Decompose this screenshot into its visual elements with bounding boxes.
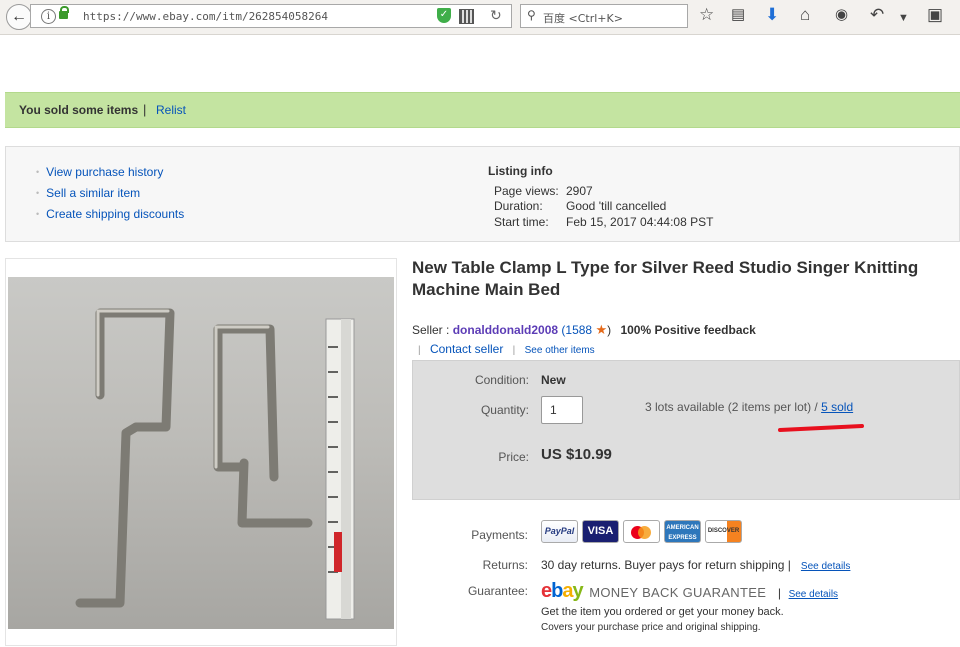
item-price: US $10.99 <box>541 446 612 463</box>
item-title: New Table Clamp L Type for Silver Reed S… <box>412 258 919 299</box>
sold-count-link[interactable]: 5 sold <box>821 400 853 414</box>
payment-methods: PayPal VISA AMERICAN EXPRESSDISCOVER <box>541 520 746 543</box>
feedback-score-link[interactable]: (1588 <box>561 323 592 337</box>
duration-label: Duration: <box>494 199 543 213</box>
returns-policy: 30 day returns. Buyer pays for return sh… <box>541 558 850 572</box>
see-other-items-link[interactable]: See other items <box>525 345 595 356</box>
availability-text: 3 lots available (2 items per lot) / 5 s… <box>645 400 853 414</box>
mbg-text: MONEY BACK GUARANTEE <box>589 585 767 600</box>
qr-code-icon[interactable] <box>459 9 474 24</box>
relist-link[interactable]: Relist <box>156 103 186 117</box>
seller-action-list: View purchase history Sell a similar ite… <box>36 165 184 228</box>
search-icon: ⚲ <box>527 8 536 22</box>
start-time-row: Start time: Feb 15, 2017 04:44:08 PST <box>494 215 713 229</box>
page-views-label: Page views: <box>494 184 559 198</box>
reload-icon[interactable]: ↻ <box>490 7 502 24</box>
search-bar[interactable]: ⚲ 百度 <Ctrl+K> <box>520 4 688 28</box>
price-label: Price: <box>498 450 529 464</box>
quantity-input[interactable]: 1 <box>541 396 583 424</box>
paypal-icon: PayPal <box>541 520 578 543</box>
guarantee-label: Guarantee: <box>467 584 528 598</box>
ebay-logo: ebay <box>541 580 584 602</box>
amex-icon: AMERICAN EXPRESS <box>664 520 701 543</box>
contact-seller-link[interactable]: Contact seller <box>430 342 503 356</box>
guarantee-line-2: Covers your purchase price and original … <box>541 622 761 633</box>
positive-feedback: 100% Positive feedback <box>620 323 756 337</box>
seller-prefix: Seller : <box>412 323 450 337</box>
reading-list-icon[interactable]: ▤ <box>731 5 745 25</box>
sell-similar-item-link[interactable]: Sell a similar item <box>36 186 184 200</box>
mastercard-icon <box>623 520 660 543</box>
buy-box: Condition: New Quantity: 1 3 lots availa… <box>412 360 960 500</box>
banner-message: You sold some items <box>19 103 139 117</box>
browser-toolbar: ← i https://www.ebay.com/itm/26285405826… <box>0 0 960 35</box>
view-purchase-history-link[interactable]: View purchase history <box>36 165 184 179</box>
guarantee-see-details-link[interactable]: See details <box>789 589 838 600</box>
product-photo-frame <box>5 258 397 646</box>
dropdown-chevron-icon[interactable]: ▼ <box>898 8 909 28</box>
url-text[interactable]: https://www.ebay.com/itm/262854058264 <box>83 10 328 23</box>
product-image[interactable] <box>8 277 394 629</box>
table-clamps-photo <box>75 308 355 620</box>
guarantee-separator: | <box>777 586 781 600</box>
create-shipping-discounts-link[interactable]: Create shipping discounts <box>36 207 184 221</box>
discover-icon: DISCOVER <box>705 520 742 543</box>
home-icon[interactable]: ⌂ <box>800 5 810 25</box>
returns-see-details-link[interactable]: See details <box>801 561 850 572</box>
search-placeholder[interactable]: 百度 <Ctrl+K> <box>543 10 623 26</box>
link-separator: | <box>512 345 516 356</box>
star-bookmark-icon[interactable]: ☆ <box>699 5 714 25</box>
banner-separator: | <box>143 102 147 117</box>
listing-info-title: Listing info <box>488 164 553 178</box>
download-icon[interactable]: ⬇ <box>765 5 779 25</box>
visa-icon: VISA <box>582 520 619 543</box>
returns-label: Returns: <box>482 558 528 572</box>
seller-name-link[interactable]: donalddonald2008 <box>453 323 558 337</box>
start-time-value: Feb 15, 2017 04:44:08 PST <box>566 215 714 229</box>
start-time-label: Start time: <box>494 215 549 229</box>
payments-label: Payments: <box>471 528 528 542</box>
chat-icon[interactable]: ◉ <box>835 5 848 25</box>
guarantee-line-1: Get the item you ordered or get your mon… <box>541 606 784 618</box>
lock-icon <box>59 6 69 19</box>
undo-icon[interactable]: ↶ <box>870 5 884 25</box>
condition-label: Condition: <box>474 373 529 387</box>
crop-icon[interactable]: ▣ <box>927 5 943 25</box>
seller-links: | Contact seller | See other items <box>412 342 595 356</box>
shield-icon[interactable]: ✓ <box>437 8 451 23</box>
address-bar[interactable]: i https://www.ebay.com/itm/262854058264 … <box>30 4 512 28</box>
sold-items-banner: You sold some items | Relist <box>5 92 960 128</box>
duration-value: Good 'till cancelled <box>566 199 667 213</box>
red-underline-annotation <box>778 424 864 432</box>
quantity-label: Quantity: <box>480 403 529 417</box>
star-icon: ★ <box>595 322 608 337</box>
page-views-row: Page views: 2907 <box>494 184 593 198</box>
condition-value: New <box>541 373 566 387</box>
returns-text: 30 day returns. Buyer pays for return sh… <box>541 558 791 572</box>
feedback-score-close: ) <box>607 323 612 337</box>
money-back-guarantee: ebay MONEY BACK GUARANTEE | See details <box>541 580 838 603</box>
availability-lots: 3 lots available (2 items per lot) / <box>645 400 818 414</box>
link-separator: | <box>418 345 421 356</box>
seller-line: Seller : donalddonald2008 (1588 ★) 100% … <box>412 322 756 338</box>
back-arrow-icon[interactable]: ← <box>6 4 32 30</box>
seller-info-panel: View purchase history Sell a similar ite… <box>5 146 960 242</box>
info-icon[interactable]: i <box>41 9 56 24</box>
page-views-value: 2907 <box>566 184 593 198</box>
duration-row: Duration: Good 'till cancelled <box>494 199 666 213</box>
